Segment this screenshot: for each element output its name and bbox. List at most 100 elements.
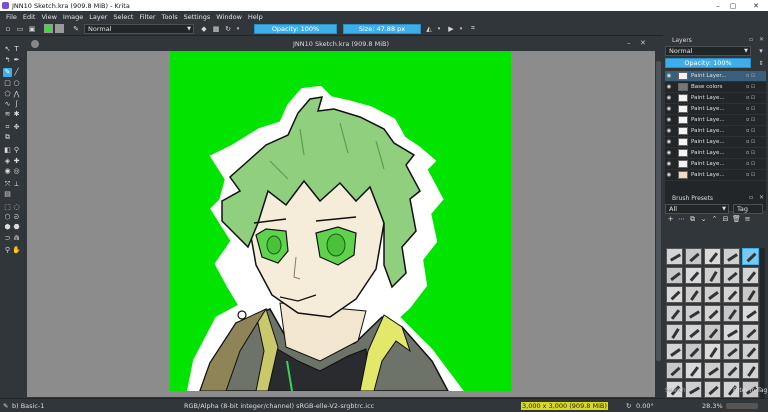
smart-patch-icon[interactable]: ✚	[12, 157, 21, 166]
visibility-eye-icon[interactable]: ◉	[665, 150, 673, 156]
ellipse-tool-icon[interactable]: ○	[12, 79, 21, 88]
menu-settings[interactable]: Settings	[181, 13, 214, 21]
open-document-icon[interactable]: ▭	[15, 24, 25, 34]
menu-image[interactable]: Image	[60, 13, 86, 21]
ellipse-select-icon[interactable]: ◌	[12, 203, 21, 212]
layer-row[interactable]: ◉ Paint Laye... α ⊡	[665, 93, 766, 104]
assistant-tool-icon[interactable]: ⤧	[3, 180, 12, 189]
zoom-tool-icon[interactable]: ⚲	[3, 246, 12, 255]
layer-row[interactable]: ◉ Paint Laye... α ⊡	[665, 126, 766, 137]
brush-preset-icon[interactable]	[704, 324, 721, 341]
menu-filter[interactable]: Filter	[136, 13, 158, 21]
enclose-fill-icon[interactable]: ◎	[12, 167, 21, 176]
menu-select[interactable]: Select	[110, 13, 136, 21]
contiguous-select-icon[interactable]: ⬢	[3, 223, 12, 232]
freehand-select-icon[interactable]: ᘐ	[12, 213, 21, 222]
menu-tools[interactable]: Tools	[159, 13, 181, 21]
blend-mode-select[interactable]: Normal ▼	[84, 23, 194, 34]
size-slider[interactable]: Size: 47.88 px	[343, 23, 421, 34]
menu-layer[interactable]: Layer	[86, 13, 110, 21]
brush-preset-icon[interactable]	[666, 286, 683, 303]
layer-row[interactable]: ◉ Paint Laye... α ⊡	[665, 104, 766, 115]
zoom-level[interactable]: 28.3%	[702, 402, 723, 410]
text-tool-icon[interactable]: T	[12, 45, 21, 54]
polyline-tool-icon[interactable]: ⋀	[12, 90, 21, 99]
delete-layer-icon[interactable]: 🗑	[731, 215, 742, 223]
reference-tool-icon[interactable]: ▤	[3, 190, 12, 199]
brush-preset-icon[interactable]	[704, 248, 721, 265]
brush-preset-icon[interactable]	[723, 267, 740, 284]
brush-preset-icon[interactable]	[704, 286, 721, 303]
panel-close-icon[interactable]: ✕	[759, 36, 764, 43]
brush-preset-icon[interactable]	[704, 267, 721, 284]
bezier-select-icon[interactable]: ⊃	[3, 234, 12, 243]
layer-flags-icon[interactable]: α ⊡	[746, 150, 766, 156]
brush-preset-icon[interactable]	[685, 286, 702, 303]
brush-preset-icon[interactable]	[685, 343, 702, 360]
calligraphy-icon[interactable]: ✒	[12, 56, 21, 65]
edit-shapes-icon[interactable]: ↰	[3, 56, 12, 65]
brush-preset-icon[interactable]	[666, 305, 683, 322]
gradient-tool-icon[interactable]: ◧	[3, 146, 12, 155]
visibility-eye-icon[interactable]: ◉	[665, 172, 673, 178]
polygon-tool-icon[interactable]: ⬠	[3, 90, 12, 99]
layer-row[interactable]: ◉ Paint Layer... α ⊡	[665, 71, 766, 82]
panel-float-icon[interactable]: ▫	[749, 36, 753, 43]
brush-preset-icon[interactable]	[723, 343, 740, 360]
mirror-dropdown-icon[interactable]: ▾	[436, 24, 442, 34]
color-picker-icon[interactable]: ⚲	[12, 146, 21, 155]
duplicate-layer-icon[interactable]: ⧉	[687, 215, 698, 224]
line-tool-icon[interactable]: ╱	[12, 68, 21, 77]
panel-float-icon[interactable]: ▫	[749, 194, 753, 201]
freehand-path-icon[interactable]: ʃ	[12, 100, 21, 109]
layer-row[interactable]: ◉ Base colors α ⊡	[665, 82, 766, 93]
brush-preset-icon[interactable]	[685, 305, 702, 322]
fill-tool-icon[interactable]: ◉	[3, 167, 12, 176]
layer-flags-icon[interactable]: α ⊡	[746, 139, 766, 145]
layer-flags-icon[interactable]: α ⊡	[746, 128, 766, 134]
gradient-swatch[interactable]	[44, 24, 53, 33]
eraser-mode-icon[interactable]: ◆	[199, 24, 209, 34]
menu-file[interactable]: File	[3, 13, 20, 21]
freehand-brush-icon[interactable]: ✎	[3, 68, 12, 77]
doc-close-icon[interactable]: ✕	[640, 39, 646, 47]
brush-tag-select[interactable]: All ▼	[665, 204, 729, 214]
layer-flags-icon[interactable]: α ⊡	[746, 106, 766, 112]
artwork-canvas[interactable]	[170, 51, 511, 391]
visibility-eye-icon[interactable]: ◉	[665, 128, 673, 134]
brush-preset-icon[interactable]	[704, 362, 721, 379]
magnetic-select-icon[interactable]: ⋒	[12, 234, 21, 243]
layer-flags-icon[interactable]: α ⊡	[746, 161, 766, 167]
add-layer-icon[interactable]: +	[665, 215, 676, 223]
brush-preset-icon[interactable]	[704, 305, 721, 322]
opacity-spin-icon[interactable]: ⇕	[756, 58, 766, 68]
scrollbar-thumb[interactable]	[656, 61, 661, 361]
brush-preset-icon[interactable]	[742, 286, 759, 303]
crop-tool-icon[interactable]: ⌗	[3, 123, 12, 132]
visibility-eye-icon[interactable]: ◉	[665, 73, 673, 79]
layer-flags-icon[interactable]: α ⊡	[746, 95, 766, 101]
canvas-vertical-scrollbar[interactable]	[655, 51, 662, 397]
layer-blend-mode-select[interactable]: Normal ▼	[665, 46, 751, 56]
brush-preset-icon[interactable]	[666, 343, 683, 360]
save-icon[interactable]: ▣	[27, 24, 37, 34]
filter-in-tag-checkbox[interactable]: Filter in Tag	[733, 387, 767, 394]
brush-preset-icon[interactable]	[666, 362, 683, 379]
reload-dropdown-icon[interactable]: ▾	[235, 24, 241, 34]
brush-preset-icon[interactable]	[723, 305, 740, 322]
mirror-horizontal-icon[interactable]: ◭	[424, 24, 434, 34]
layer-flags-icon[interactable]: α ⊡	[746, 117, 766, 123]
brush-preset-icon[interactable]: ✎	[71, 24, 81, 34]
brush-preset-icon[interactable]	[666, 267, 683, 284]
visibility-eye-icon[interactable]: ◉	[665, 95, 673, 101]
brush-preset-icon[interactable]	[685, 267, 702, 284]
preserve-alpha-icon[interactable]: ▩	[211, 24, 221, 34]
visibility-eye-icon[interactable]: ◉	[665, 84, 673, 90]
bezier-tool-icon[interactable]: ∿	[3, 100, 12, 109]
panel-close-icon[interactable]: ✕	[759, 194, 764, 201]
layer-row[interactable]: ◉ Paint Laye... α ⊡	[665, 115, 766, 126]
current-brush[interactable]: b) Basic-1	[12, 402, 44, 410]
add-layer-dropdown-icon[interactable]: ⋯	[676, 215, 687, 223]
layer-filter-icon[interactable]: ▾	[756, 46, 766, 56]
brush-preset-icon[interactable]	[666, 324, 683, 341]
